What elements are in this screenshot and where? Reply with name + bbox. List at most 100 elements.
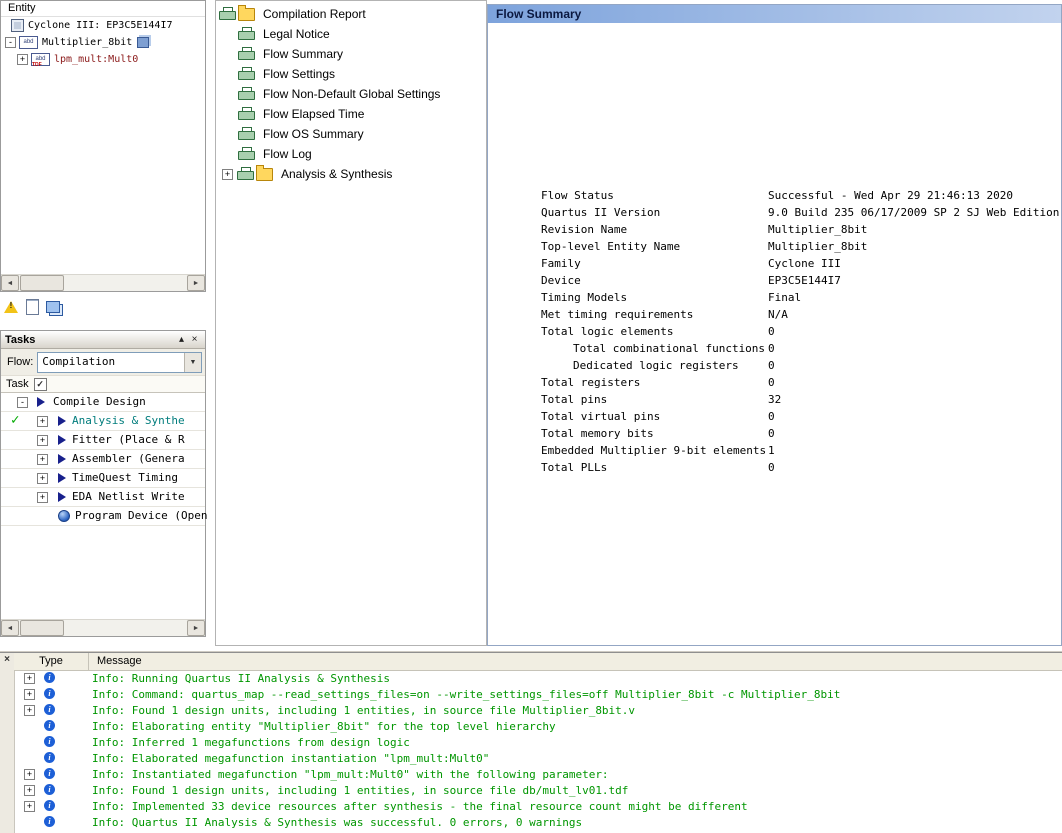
check-icon: ✓ [11, 412, 20, 428]
message-column-header[interactable]: Message [89, 653, 142, 670]
expand-icon[interactable]: + [24, 689, 35, 700]
report-folder-label[interactable]: Analysis & Synthesis [281, 167, 392, 181]
entity-row-lpm-mult[interactable]: + abd TDF lpm_mult:Mult0 [1, 51, 205, 68]
program-device-icon [58, 510, 70, 522]
scroll-left-button[interactable]: ◄ [1, 620, 19, 636]
message-row[interactable]: + i Info: Quartus II Analysis & Synthesi… [14, 814, 1062, 830]
expand-icon[interactable]: + [24, 673, 35, 684]
entity-column-header[interactable]: Entity [1, 1, 205, 17]
report-item-label[interactable]: Flow Log [263, 147, 312, 161]
flow-summary-label: Total virtual pins [541, 410, 661, 423]
report-item-label[interactable]: Flow Elapsed Time [263, 107, 364, 121]
report-item-row[interactable]: Legal Notice [216, 24, 486, 44]
entity-label[interactable]: Multiplier_8bit [42, 37, 132, 48]
message-text: Info: Elaborated megafunction instantiat… [92, 752, 490, 765]
flow-summary-titlebar[interactable]: Flow Summary [488, 5, 1061, 23]
message-row[interactable]: + i Info: Inferred 1 megafunctions from … [14, 734, 1062, 750]
flow-summary-row: Total combinational functions 0 [541, 340, 1053, 357]
close-icon[interactable]: × [0, 653, 14, 667]
message-row[interactable]: + i Info: Command: quartus_map --read_se… [14, 686, 1062, 702]
task-row[interactable]: ✓ + EDA Netlist Write [1, 488, 205, 507]
type-column-header[interactable]: Type [14, 653, 89, 670]
report-item-row[interactable]: Flow Elapsed Time [216, 104, 486, 124]
report-item-row[interactable]: Flow Settings [216, 64, 486, 84]
scroll-right-button[interactable]: ► [187, 275, 205, 291]
tdf-entity-icon: abd TDF [31, 53, 50, 68]
expand-icon[interactable]: + [24, 785, 35, 796]
task-label[interactable]: TimeQuest Timing [72, 471, 178, 484]
task-column-header[interactable]: Task ✓ [1, 376, 205, 393]
message-row[interactable]: + i Info: Elaborated megafunction instan… [14, 750, 1062, 766]
task-row[interactable]: ✓ + Fitter (Place & R [1, 431, 205, 450]
design-units-icon[interactable] [44, 298, 62, 316]
scroll-left-button[interactable]: ◄ [1, 275, 19, 291]
flow-summary-row: Timing Models Final [541, 289, 1053, 306]
files-icon[interactable] [23, 298, 41, 316]
task-label[interactable]: Compile Design [53, 395, 146, 408]
report-item-label[interactable]: Flow Summary [263, 47, 343, 61]
task-label[interactable]: Analysis & Synthe [72, 414, 185, 427]
flow-summary-panel: Flow Summary Flow Status Successful - We… [487, 4, 1062, 646]
report-item-row[interactable]: Flow Log [216, 144, 486, 164]
dropdown-button[interactable]: ▼ [184, 352, 201, 372]
task-label[interactable]: Assembler (Genera [72, 452, 185, 465]
task-row[interactable]: ✓ + Analysis & Synthe [1, 412, 205, 431]
report-item-row[interactable]: Flow OS Summary [216, 124, 486, 144]
expand-icon[interactable]: + [24, 769, 35, 780]
task-checkbox-icon[interactable]: ✓ [33, 377, 47, 391]
task-row[interactable]: ✓ - Compile Design [1, 393, 205, 412]
entity-horizontal-scrollbar[interactable]: ◄ ► [1, 274, 205, 291]
flow-summary-value: Successful - Wed Apr 29 21:46:13 2020 [768, 189, 1014, 202]
expander-icon[interactable]: - [17, 397, 28, 408]
scroll-thumb[interactable] [20, 275, 64, 291]
task-label[interactable]: Program Device (Open [75, 509, 207, 522]
message-row[interactable]: + i Info: Running Quartus II Analysis & … [14, 670, 1062, 686]
report-item-label[interactable]: Flow Settings [263, 67, 335, 81]
task-row[interactable]: ✓ + TimeQuest Timing [1, 469, 205, 488]
report-item-row[interactable]: Flow Summary [216, 44, 486, 64]
report-item-label[interactable]: Flow OS Summary [263, 127, 364, 141]
expand-expander-icon[interactable]: + [17, 54, 28, 65]
report-folder-row[interactable]: + Analysis & Synthesis [216, 164, 486, 184]
document-glyph [25, 299, 39, 315]
tasks-horizontal-scrollbar[interactable]: ◄ ► [1, 619, 205, 636]
warning-icon[interactable]: ! [2, 298, 20, 316]
tasks-titlebar[interactable]: Tasks ▴ × [1, 331, 205, 349]
entity-row-device[interactable]: Cyclone III: EP3C5E144I7 [1, 17, 205, 34]
task-row[interactable]: ✓ Program Device (Open [1, 507, 207, 526]
scroll-right-button[interactable]: ► [187, 620, 205, 636]
report-page-icon [238, 107, 255, 121]
expander-icon[interactable]: + [37, 473, 48, 484]
expander-icon[interactable]: + [37, 454, 48, 465]
close-panel-button[interactable]: × [188, 334, 201, 345]
report-root-label[interactable]: Compilation Report [263, 7, 366, 21]
collapse-expander-icon[interactable]: - [5, 37, 16, 48]
message-row[interactable]: + i Info: Instantiated megafunction "lpm… [14, 766, 1062, 782]
message-text: Info: Elaborating entity "Multiplier_8bi… [92, 720, 556, 733]
expand-icon[interactable]: + [24, 705, 35, 716]
expand-expander-icon[interactable]: + [222, 168, 233, 180]
message-row[interactable]: + i Info: Found 1 design units, includin… [14, 782, 1062, 798]
message-row[interactable]: + i Info: Found 1 design units, includin… [14, 702, 1062, 718]
report-item-label[interactable]: Legal Notice [263, 27, 330, 41]
message-row[interactable]: + i Info: Elaborating entity "Multiplier… [14, 718, 1062, 734]
expander-icon[interactable]: + [37, 416, 48, 427]
task-row[interactable]: ✓ + Assembler (Genera [1, 450, 205, 469]
flow-select[interactable]: Compilation ▼ [37, 351, 202, 373]
messages-side-strip: × [0, 653, 15, 833]
entity-label[interactable]: lpm_mult:Mult0 [54, 54, 138, 65]
expander-icon[interactable]: + [37, 492, 48, 503]
expand-icon[interactable]: + [24, 801, 35, 812]
entity-row-top-level[interactable]: - abd Multiplier_8bit [1, 34, 205, 51]
scroll-thumb[interactable] [20, 620, 64, 636]
report-item-label[interactable]: Flow Non-Default Global Settings [263, 87, 440, 101]
entity-label[interactable]: Cyclone III: EP3C5E144I7 [28, 20, 173, 31]
task-label[interactable]: EDA Netlist Write [72, 490, 185, 503]
message-row[interactable]: + i Info: Implemented 33 device resource… [14, 798, 1062, 814]
report-root-row[interactable]: Compilation Report [216, 4, 486, 24]
report-item-row[interactable]: Flow Non-Default Global Settings [216, 84, 486, 104]
task-label[interactable]: Fitter (Place & R [72, 433, 185, 446]
message-text: Info: Implemented 33 device resources af… [92, 800, 748, 813]
collapse-panel-button[interactable]: ▴ [175, 334, 188, 345]
expander-icon[interactable]: + [37, 435, 48, 446]
